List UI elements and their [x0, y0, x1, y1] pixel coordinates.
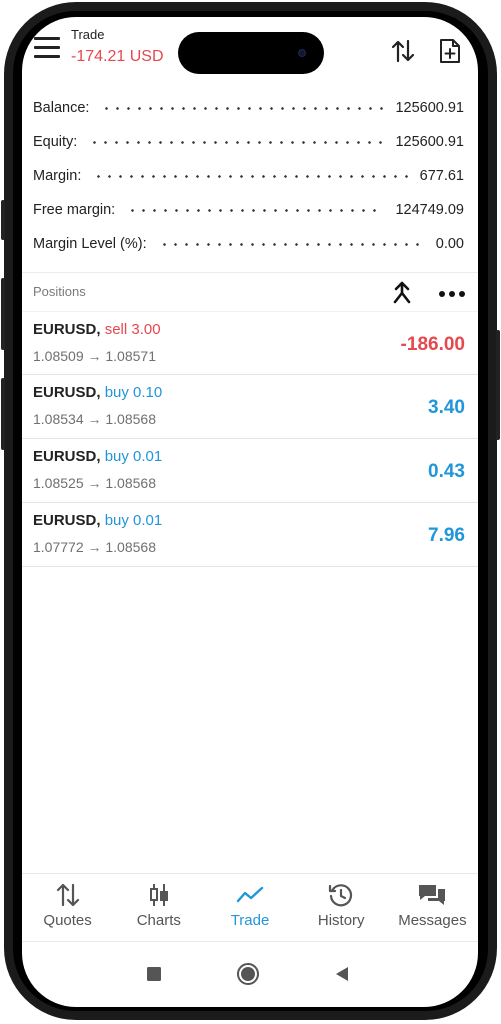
dotted-leader [89, 140, 384, 144]
position-direction: buy 0.01 [104, 448, 163, 465]
total-profit: -174.21 USD [71, 48, 164, 65]
nav-tab-charts[interactable]: Charts [113, 874, 204, 941]
app-header: Trade -174.21 USD [22, 17, 478, 91]
balance-row: Balance: 125600.91 [22, 91, 478, 125]
phone-action-button [1, 200, 5, 240]
position-prices: 1.08509 → 1.08571 [33, 348, 156, 364]
margin-row: Margin: 677.61 [22, 159, 478, 193]
margin-value: 677.61 [419, 168, 464, 184]
trade-line-icon [235, 882, 265, 908]
position-title: EURUSD, buy 0.01 [33, 512, 162, 529]
nav-label: Quotes [43, 912, 92, 929]
positions-title: Positions [33, 284, 86, 299]
dynamic-island [178, 32, 324, 74]
nav-tab-messages[interactable]: Messages [387, 874, 478, 941]
position-title: EURUSD, buy 0.01 [33, 448, 162, 465]
positions-list: EURUSD, sell 3.00 1.08509 → 1.08571 -186… [22, 311, 478, 567]
position-profit: 3.40 [428, 397, 465, 418]
menu-icon[interactable] [34, 37, 60, 59]
position-title: EURUSD, buy 0.10 [33, 384, 162, 401]
position-profit: 0.43 [428, 461, 465, 482]
position-title: EURUSD, sell 3.00 [33, 321, 161, 338]
candlestick-icon [144, 882, 174, 908]
history-icon [326, 882, 356, 908]
balance-label: Balance: [33, 100, 90, 116]
phone-volume-up-button [1, 278, 5, 350]
camera-icon [298, 49, 306, 57]
nav-label: History [317, 912, 365, 929]
account-summary: Balance: 125600.91 Equity: 125600.91 Mar… [22, 91, 478, 261]
dotted-leader [158, 242, 424, 246]
equity-value: 125600.91 [395, 134, 464, 150]
phone-power-button [496, 330, 500, 440]
position-prices: 1.07772 → 1.08568 [33, 539, 156, 555]
position-row[interactable]: EURUSD, buy 0.01 1.08525 → 1.08568 0.43 [22, 439, 478, 503]
position-symbol: EURUSD, [33, 448, 101, 465]
equity-row: Equity: 125600.91 [22, 125, 478, 159]
margin-level-value: 0.00 [435, 236, 464, 252]
nav-label: Trade [230, 912, 270, 929]
position-profit: 7.96 [428, 525, 465, 546]
balance-value: 125600.91 [395, 100, 464, 116]
position-row[interactable]: EURUSD, buy 0.01 1.07772 → 1.08568 7.96 [22, 503, 478, 567]
dotted-leader [127, 208, 384, 212]
position-direction: sell 3.00 [104, 321, 161, 338]
close-by-icon[interactable] [390, 281, 416, 305]
nav-tab-history[interactable]: History [296, 874, 387, 941]
margin-level-label: Margin Level (%): [33, 236, 147, 252]
margin-label: Margin: [33, 168, 82, 184]
position-symbol: EURUSD, [33, 512, 101, 529]
free-margin-row: Free margin: 124749.09 [22, 193, 478, 227]
nav-label: Charts [136, 912, 181, 929]
quotes-icon [53, 882, 83, 908]
phone-volume-down-button [1, 378, 5, 450]
new-document-icon[interactable] [438, 37, 466, 65]
position-symbol: EURUSD, [33, 384, 101, 401]
sort-arrows-icon[interactable] [389, 37, 417, 65]
position-direction: buy 0.10 [104, 384, 163, 401]
nav-label: Messages [398, 912, 467, 929]
position-profit: -186.00 [400, 334, 465, 355]
position-prices: 1.08534 → 1.08568 [33, 411, 156, 427]
positions-header: Positions [22, 272, 478, 310]
bottom-navigation: Quotes Charts Trade History Messages [22, 873, 478, 941]
margin-level-row: Margin Level (%): 0.00 [22, 227, 478, 261]
app-screen: Trade -174.21 USD Balance: 125600.91 Equ… [22, 17, 478, 1007]
back-triangle-icon[interactable] [330, 962, 354, 986]
dotted-leader [101, 106, 384, 110]
free-margin-label: Free margin: [33, 202, 116, 218]
home-circle-icon[interactable] [236, 962, 260, 986]
messages-icon [417, 882, 447, 908]
free-margin-value: 124749.09 [395, 202, 464, 218]
recents-square-icon[interactable] [142, 962, 166, 986]
more-options-icon[interactable] [438, 281, 465, 305]
position-direction: buy 0.01 [104, 512, 163, 529]
system-navigation-bar [22, 941, 478, 1007]
position-prices: 1.08525 → 1.08568 [33, 475, 156, 491]
nav-tab-quotes[interactable]: Quotes [22, 874, 113, 941]
page-title: Trade [71, 27, 105, 42]
equity-label: Equity: [33, 134, 78, 150]
position-row[interactable]: EURUSD, sell 3.00 1.08509 → 1.08571 -186… [22, 311, 478, 375]
position-row[interactable]: EURUSD, buy 0.10 1.08534 → 1.08568 3.40 [22, 375, 478, 439]
dotted-leader [93, 174, 408, 178]
nav-tab-trade[interactable]: Trade [204, 874, 295, 941]
position-symbol: EURUSD, [33, 321, 101, 338]
